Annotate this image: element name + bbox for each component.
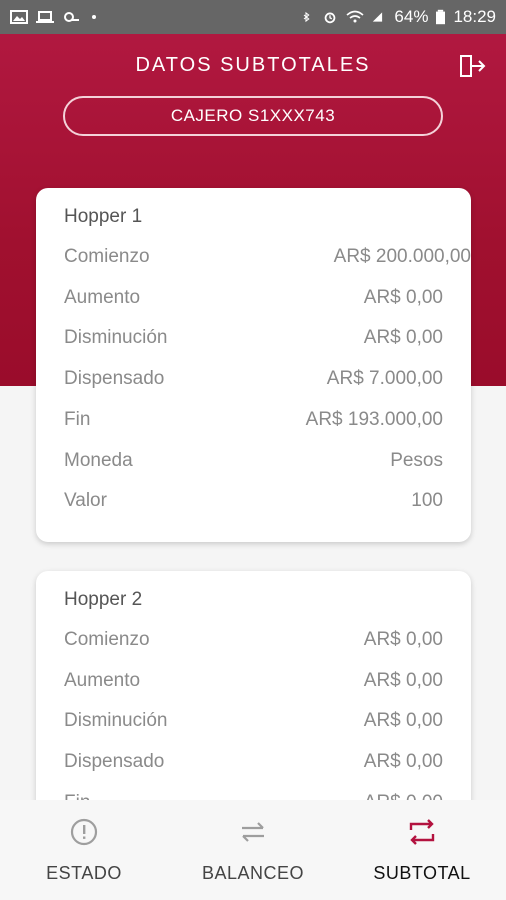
atm-selector-button[interactable]: CAJERO S1XXX743 [63,96,443,136]
row-label: Disminución [64,327,168,348]
row-label: Fin [64,409,91,430]
row-label: Comienzo [64,246,150,267]
battery-percent: 64% [394,7,429,26]
row-value: 100 [411,490,443,511]
tab-label: ESTADO [46,863,122,883]
signal-icon [373,12,383,22]
row-value: AR$ 7.000,00 [326,368,443,389]
row-value: AR$ 193.000,00 [305,409,443,430]
hopper-card: Hopper 2 Comienzo AR$ 0,00 Aumento AR$ 0… [36,571,471,800]
bluetooth-icon [304,11,310,23]
battery-icon [436,9,446,25]
row-label: Comienzo [64,629,150,650]
row-moneda: Moneda Pesos [64,450,443,472]
row-aumento: Aumento AR$ 0,00 [64,287,443,309]
row-value: AR$ 0,00 [363,629,443,650]
alert-circle-icon [70,818,98,846]
wifi-icon [346,10,364,23]
logout-icon[interactable] [458,54,486,78]
status-bar-right: 64% 18:29 [302,7,496,27]
tab-subtotal[interactable]: SUBTOTAL [338,800,506,900]
image-icon [10,10,28,24]
row-label: Aumento [64,287,141,308]
subtotals-list[interactable]: Hopper 1 Comienzo AR$ 200.000,00 Aumento… [0,170,506,800]
row-value: AR$ 0,00 [363,710,443,731]
row-label: Dispensado [64,751,165,772]
row-value: AR$ 200.000,00 [333,246,471,267]
alarm-icon [325,12,336,24]
page-title: DATOS SUBTOTALES [135,54,371,76]
row-valor: Valor 100 [64,490,443,512]
status-bar: 64% 18:29 [0,0,506,34]
row-disminucion: Disminución AR$ 0,00 [64,710,443,732]
row-value: AR$ 0,00 [364,792,443,800]
row-label: Dispensado [64,368,165,389]
tab-balanceo[interactable]: BALANCEO [169,800,337,900]
tab-label: BALANCEO [201,863,305,883]
row-value: AR$ 0,00 [363,287,443,308]
card-title: Hopper 1 [64,206,143,227]
row-value: AR$ 0,00 [363,327,443,348]
row-label: Aumento [64,670,141,691]
status-time: 18:29 [453,7,496,26]
card-title: Hopper 2 [64,589,143,610]
row-disminucion: Disminución AR$ 0,00 [64,327,443,349]
row-label: Moneda [64,450,133,471]
bottom-navigation: ESTADO BALANCEO SUBTOTAL [0,800,506,900]
row-value: Pesos [390,450,443,471]
status-bar-left [10,10,96,24]
notification-dot-icon [92,15,96,19]
row-dispensado: Dispensado AR$ 7.000,00 [64,368,443,390]
row-fin: Fin AR$ 0,00 [64,792,443,800]
row-aumento: Aumento AR$ 0,00 [64,670,443,692]
row-comienzo: Comienzo AR$ 0,00 [64,629,443,651]
row-fin: Fin AR$ 193.000,00 [64,409,443,431]
refresh-square-icon [409,819,435,845]
hopper-card: Hopper 1 Comienzo AR$ 200.000,00 Aumento… [36,188,471,542]
row-value: AR$ 0,00 [363,670,443,691]
row-label: Fin [64,792,90,800]
row-value: AR$ 0,00 [363,751,443,772]
tab-label: SUBTOTAL [373,863,471,883]
laptop-icon [36,11,54,23]
row-label: Disminución [64,710,168,731]
weather-icon [64,12,79,22]
swap-arrows-icon [242,822,264,842]
tab-estado[interactable]: ESTADO [0,800,168,900]
row-comienzo: Comienzo AR$ 200.000,00 [64,246,471,268]
row-label: Valor [64,490,107,511]
row-dispensado: Dispensado AR$ 0,00 [64,751,443,773]
